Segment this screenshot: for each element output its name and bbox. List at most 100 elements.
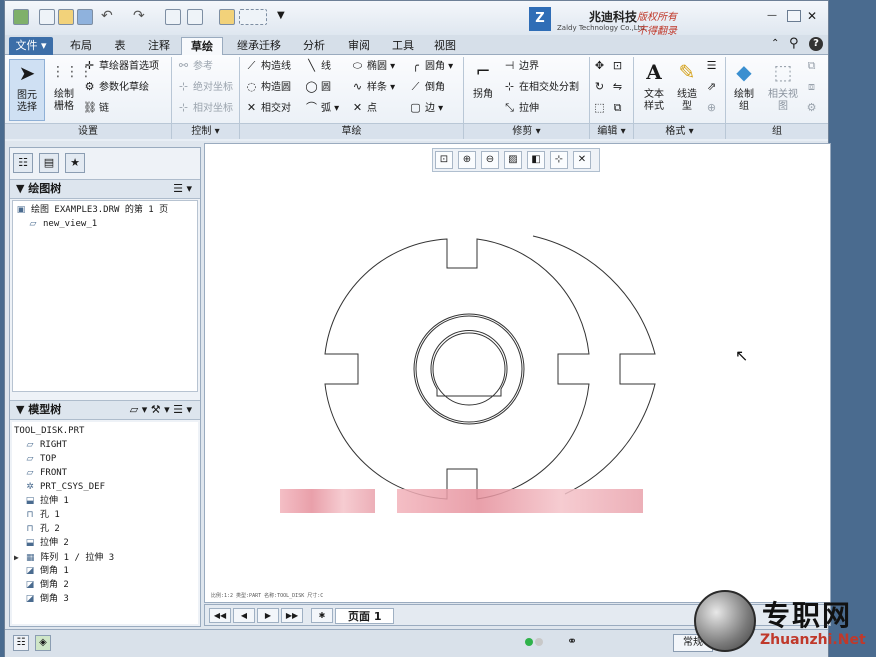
tree-item[interactable]: ▱ RIGHT <box>24 439 68 452</box>
mirror-button[interactable]: ⇋ <box>611 80 627 96</box>
param-sketch-button[interactable]: ⚙ 参数化草绘 <box>83 80 149 96</box>
tab-table[interactable]: 表 <box>105 37 135 55</box>
abs-coord-button[interactable]: ⊹ 绝对坐标 <box>177 80 233 96</box>
expand-arrow-icon[interactable]: ▶ <box>14 553 19 562</box>
fillet-button[interactable]: ╭ 圆角 ▾ <box>409 59 453 75</box>
circle-button[interactable]: ◯ 圆 <box>305 80 331 96</box>
prev-page-button[interactable]: ◀ <box>233 608 255 623</box>
tab-legacy-migration[interactable]: 继承迁移 <box>227 37 291 55</box>
select-entity-button[interactable]: ➤ 图元 选择 <box>9 59 45 121</box>
browser-toggle-icon[interactable]: ◈ <box>35 635 51 651</box>
customize-qat-icon[interactable]: ▼ <box>277 9 293 25</box>
tree-item[interactable]: TOOL_DISK.PRT <box>14 425 84 438</box>
sketcher-prefs-button[interactable]: ✛ 草绘器首选项 <box>83 59 159 75</box>
boundary-button[interactable]: ⊣ 边界 <box>503 59 539 75</box>
close-icon[interactable]: ✕ <box>807 10 821 22</box>
maximize-icon[interactable] <box>787 10 801 22</box>
chamfer-button[interactable]: ⟋ 倒角 <box>409 80 445 96</box>
tree-item[interactable]: ◪ 倒角 3 <box>24 593 69 606</box>
line-button[interactable]: ╲ 线 <box>305 59 331 75</box>
tree-item[interactable]: ▱ FRONT <box>24 467 68 480</box>
tab-annotate[interactable]: 注释 <box>139 37 179 55</box>
tab-sketch[interactable]: 草绘 <box>181 37 223 55</box>
minimize-icon[interactable]: — <box>767 10 781 22</box>
last-page-button[interactable]: ▶▶ <box>281 608 303 623</box>
corner-button[interactable]: ⌐ 拐角 <box>467 59 499 121</box>
new-page-icon[interactable]: ✱ <box>311 608 333 623</box>
tree-item[interactable]: ⊓ 孔 1 <box>24 509 59 522</box>
help-icon[interactable]: ? <box>809 37 823 51</box>
tree-item[interactable]: ▶ ▦ 阵列 1 / 拉伸 3 <box>14 551 114 564</box>
group-format[interactable]: 格式 ▾ <box>634 123 725 139</box>
rel-coord-button[interactable]: ⊹ 相对坐标 <box>177 101 233 117</box>
tree-item[interactable]: ✲ PRT_CSYS_DEF <box>24 481 105 494</box>
app-icon[interactable] <box>13 9 29 25</box>
group-trim[interactable]: 修剪 ▾ <box>464 123 589 139</box>
tree-settings-icon[interactable]: ☰ ▾ <box>173 180 192 198</box>
drawing-canvas[interactable]: ⊡ ⊕ ⊖ ▨ ◧ ⊹ ✕ 比例:1:2 类型:PART 名称:TOOL_DIS… <box>204 143 831 603</box>
tab-layout[interactable]: 布局 <box>61 37 101 55</box>
group-option-1[interactable]: ⧉ <box>805 59 821 75</box>
find-icon[interactable]: ⚭ <box>563 634 581 651</box>
divide-at-intersect-button[interactable]: ⊹ 在相交处分割 <box>503 80 579 96</box>
drawing-tree-header[interactable]: ▼ 绘图树 ☰ ▾ <box>10 179 200 199</box>
redo-icon[interactable]: ↷ <box>133 9 149 25</box>
model-tree-tab-icon[interactable]: ☷ <box>13 153 33 173</box>
tab-review[interactable]: 审阅 <box>339 37 379 55</box>
group-edit[interactable]: 编辑 ▾ <box>590 123 633 139</box>
group-control[interactable]: 控制 ▾ <box>172 123 239 139</box>
collapse-ribbon-icon[interactable]: ⌃ <box>771 38 779 49</box>
search-icon[interactable]: ⚲ <box>789 36 799 51</box>
tab-analysis[interactable]: 分析 <box>293 37 335 55</box>
point-button[interactable]: ✕ 点 <box>351 101 377 117</box>
reference-button[interactable]: ⚯ 参考 <box>177 59 213 75</box>
tree-item[interactable]: ⬓ 拉伸 1 <box>24 495 69 508</box>
regenerate-icon[interactable] <box>165 9 181 25</box>
spline-button[interactable]: ∿ 样条 ▾ <box>351 80 395 96</box>
draw-grid-button[interactable]: ⋮⋮⋮ 绘制 栅格 <box>47 59 93 121</box>
tree-item-view[interactable]: ▱ new_view_1 <box>27 218 98 231</box>
chain-button[interactable]: ⛓ 链 <box>83 101 109 117</box>
tab-file[interactable]: 文件 ▾ <box>9 37 53 55</box>
line-style-button[interactable]: ✎ 线造 型 <box>671 59 703 121</box>
stretch-button[interactable]: ⤡ 拉伸 <box>503 101 539 117</box>
tree-item[interactable]: ◪ 倒角 1 <box>24 565 69 578</box>
model-tree-tools-icon[interactable]: ▱ ▾ ⚒ ▾ ☰ ▾ <box>130 401 192 419</box>
selection-filter[interactable] <box>239 9 267 25</box>
construct-circle-button[interactable]: ◌ 构造圆 <box>245 80 291 96</box>
new-file-icon[interactable] <box>39 9 55 25</box>
format-option-3[interactable]: ⊕ <box>705 101 721 117</box>
group-option-2[interactable]: ⧈ <box>805 80 821 96</box>
construct-line-button[interactable]: ⟋ 构造线 <box>245 59 291 75</box>
draw-group-button[interactable]: ◆ 绘制 组 <box>727 59 761 121</box>
folder-browser-tab-icon[interactable]: ▤ <box>39 153 59 173</box>
next-page-button[interactable]: ▶ <box>257 608 279 623</box>
ellipse-button[interactable]: ⬭ 椭圆 ▾ <box>351 59 395 75</box>
folder-icon[interactable] <box>219 9 235 25</box>
model-tree-header[interactable]: ▼ 模型树 ▱ ▾ ⚒ ▾ ☰ ▾ <box>10 400 200 420</box>
page-tab[interactable]: 页面 1 <box>335 608 395 624</box>
intersect-button[interactable]: ✕ 相交对 <box>245 101 291 117</box>
array-button[interactable]: ⧉ <box>611 101 627 117</box>
favorites-tab-icon[interactable]: ★ <box>65 153 85 173</box>
move-button[interactable]: ✥ <box>593 59 609 75</box>
arc-button[interactable]: ⌒ 弧 ▾ <box>305 101 339 117</box>
tree-item[interactable]: ⬓ 拉伸 2 <box>24 537 69 550</box>
format-option-1[interactable]: ☰ <box>705 59 721 75</box>
window-icon[interactable] <box>187 9 203 25</box>
navigator-toggle-icon[interactable]: ☷ <box>13 635 29 651</box>
tab-tools[interactable]: 工具 <box>383 37 423 55</box>
related-view-button[interactable]: ⬚ 相关视 图 <box>763 59 803 121</box>
tree-item[interactable]: ◪ 倒角 2 <box>24 579 69 592</box>
group-setup[interactable]: 设置 <box>5 123 171 139</box>
edge-button[interactable]: ▢ 边 ▾ <box>409 101 443 117</box>
scale-button[interactable]: ⊡ <box>611 59 627 75</box>
tree-item[interactable]: ▱ TOP <box>24 453 57 466</box>
group-option-3[interactable]: ⚙ <box>805 101 821 117</box>
tree-item-drawing-sheet[interactable]: ▣ 绘图 EXAMPLE3.DRW 的第 1 页 <box>15 204 168 217</box>
save-icon[interactable] <box>77 9 93 25</box>
text-style-button[interactable]: A 文本 样式 <box>637 59 671 121</box>
translate-button[interactable]: ⬚ <box>593 101 609 117</box>
rotate-button[interactable]: ↻ <box>593 80 609 96</box>
open-file-icon[interactable] <box>58 9 74 25</box>
